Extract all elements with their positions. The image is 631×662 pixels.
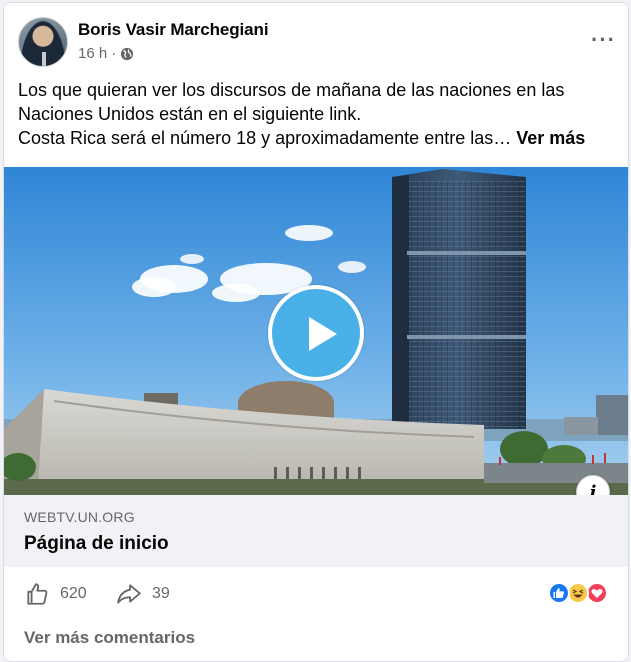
globe-icon — [121, 47, 134, 60]
post-meta: 16 h · — [78, 45, 134, 62]
meta-separator: · — [111, 45, 117, 62]
haha-reaction-icon — [567, 582, 589, 604]
post-text: Los que quieran ver los discursos de mañ… — [18, 78, 618, 150]
share-icon — [117, 584, 141, 604]
post-header: Boris Vasir Marchegiani 16 h · ··· — [18, 17, 618, 71]
link-preview[interactable]: WEBTV.UN.ORG Página de inicio — [4, 495, 628, 567]
play-button[interactable] — [268, 285, 364, 381]
like-reaction-icon — [548, 582, 570, 604]
post-actions: 620 39 — [4, 569, 628, 619]
like-button[interactable]: 620 — [24, 581, 87, 607]
link-title[interactable]: Página de inicio — [24, 533, 169, 555]
post-text-line: Naciones Unidos están en el siguiente li… — [18, 104, 362, 124]
more-options-button[interactable]: ··· — [591, 27, 616, 53]
see-more-link[interactable]: Ver más — [516, 128, 585, 148]
share-button[interactable]: 39 — [116, 581, 170, 607]
thumbs-up-icon — [27, 583, 48, 605]
post-text-truncated: Costa Rica será el número 18 y aproximad… — [18, 128, 512, 148]
post-time[interactable]: 16 h — [78, 45, 107, 62]
see-more-comments-link[interactable]: Ver más comentarios — [24, 628, 195, 648]
love-reaction-icon — [586, 582, 608, 604]
post-text-line: Costa Rica será el número 18 y aproximad… — [18, 126, 618, 150]
like-count: 620 — [60, 585, 87, 602]
post-text-line: Los que quieran ver los discursos de mañ… — [18, 80, 565, 100]
reactions-summary[interactable] — [548, 582, 610, 604]
share-count: 39 — [152, 585, 170, 602]
post-card: Boris Vasir Marchegiani 16 h · ··· Los q… — [3, 2, 629, 662]
author-name[interactable]: Boris Vasir Marchegiani — [78, 20, 269, 40]
link-domain: WEBTV.UN.ORG — [24, 509, 135, 525]
author-avatar[interactable] — [18, 17, 68, 67]
